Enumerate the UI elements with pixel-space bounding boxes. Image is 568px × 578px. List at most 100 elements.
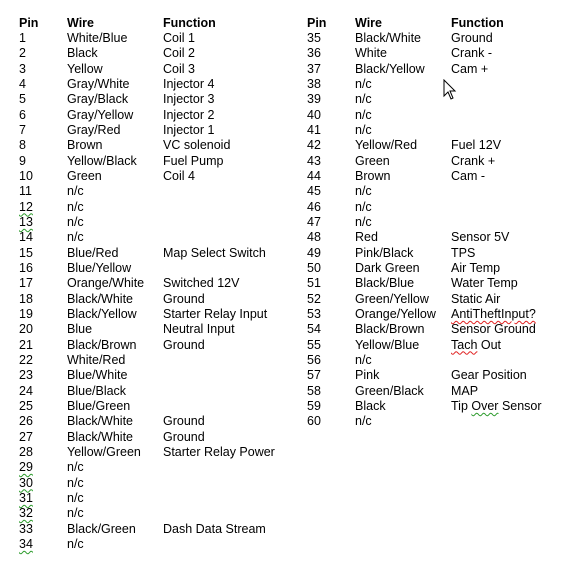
function-cell: Cam + (451, 61, 489, 76)
function-cell: AntiTheftInput? (451, 306, 536, 321)
function-cell: Injector 3 (163, 92, 215, 107)
pin-cell: 31 (19, 490, 33, 505)
wire-cell: Blue/Black (67, 383, 127, 398)
pin-cell: 15 (19, 245, 33, 260)
wire-cell: Orange/Yellow (355, 306, 436, 321)
pin-cell: 24 (19, 383, 33, 398)
wire-cell: Brown (355, 168, 391, 183)
function-cell: MAP (451, 383, 479, 398)
wire-cell: n/c (355, 214, 372, 229)
pin-cell: 26 (19, 414, 33, 429)
pin-cell: 8 (19, 138, 26, 153)
pin-cell: 7 (19, 122, 26, 137)
pin-cell: 39 (307, 92, 321, 107)
pin-cell: 38 (307, 76, 321, 91)
pin-cell: 49 (307, 245, 321, 260)
wire-cell: n/c (67, 460, 84, 475)
wire-cell: Orange/White (67, 276, 145, 291)
function-cell: Injector 1 (163, 122, 215, 137)
header-pin: Pin (307, 16, 327, 30)
pin-cell: 29 (19, 460, 33, 475)
wire-cell: n/c (67, 214, 84, 229)
function-cell: Injector 4 (163, 76, 215, 91)
pin-cell: 55 (307, 337, 321, 352)
pin-cell: 37 (307, 61, 321, 76)
wire-cell: Green (355, 153, 390, 168)
function-cell: Coil 2 (163, 46, 195, 61)
pin-cell: 44 (307, 168, 321, 183)
wire-cell: Brown (67, 138, 103, 153)
function-cell: Static Air (451, 291, 501, 306)
function-cell: Injector 2 (163, 107, 215, 122)
pin-cell: 11 (19, 184, 32, 199)
wire-cell: n/c (355, 352, 372, 367)
function-cell: Ground (163, 291, 205, 306)
pin-cell: 23 (19, 368, 33, 383)
pin-cell: 54 (307, 322, 321, 337)
wire-cell: White/Blue (67, 31, 128, 45)
pin-cell: 56 (307, 352, 321, 367)
function-cell: Map Select Switch (163, 245, 266, 260)
pin-cell: 16 (19, 260, 33, 275)
function-cell: Tip Over Sensor (451, 398, 542, 413)
pin-cell: 41 (307, 122, 321, 137)
wire-cell: n/c (355, 76, 372, 91)
pin-cell: 18 (19, 291, 33, 306)
wire-cell: Gray/White (67, 76, 130, 91)
function-cell: Sensor 5V (451, 230, 510, 245)
wire-cell: Black/White (355, 31, 421, 45)
pin-cell: 19 (19, 306, 33, 321)
pin-cell: 4 (19, 76, 26, 91)
wire-cell: Green (67, 168, 102, 183)
wire-cell: Yellow/Green (67, 444, 141, 459)
wire-cell: Yellow (67, 61, 103, 76)
function-cell: TPS (451, 245, 476, 260)
wire-cell: Gray/Yellow (67, 107, 134, 122)
function-cell: Fuel 12V (451, 138, 502, 153)
pin-cell: 48 (307, 230, 321, 245)
wire-cell: n/c (355, 184, 372, 199)
pin-cell: 46 (307, 199, 321, 214)
wire-cell: Black/White (67, 429, 133, 444)
function-cell: Coil 3 (163, 61, 195, 76)
pin-cell: 51 (307, 276, 321, 291)
header-function: Function (451, 16, 504, 30)
wire-cell: Red (355, 230, 378, 245)
pin-cell: 58 (307, 383, 321, 398)
pin-cell: 2 (19, 46, 26, 61)
pin-cell: 60 (307, 414, 321, 429)
wire-cell: Black (67, 46, 98, 61)
wire-cell: n/c (67, 475, 84, 490)
wire-cell: n/c (355, 107, 372, 122)
pin-cell: 13 (19, 214, 33, 229)
wire-cell: White (355, 46, 387, 61)
function-cell: Cam - (451, 168, 486, 183)
function-cell: VC solenoid (163, 138, 231, 153)
function-cell: Switched 12V (163, 276, 240, 291)
wire-cell: Green/Yellow (355, 291, 429, 306)
wire-cell: Black (355, 398, 386, 413)
pin-cell: 22 (19, 352, 33, 367)
function-cell: Ground (163, 429, 205, 444)
wire-cell: n/c (67, 490, 84, 505)
wire-cell: Blue/Red (67, 245, 119, 260)
function-cell: Water Temp (451, 276, 518, 291)
function-cell: Air Temp (451, 260, 501, 275)
wire-cell: Black/White (67, 291, 133, 306)
pin-cell: 59 (307, 398, 321, 413)
pin-cell: 12 (19, 199, 33, 214)
pin-cell: 53 (307, 306, 321, 321)
wire-cell: Black/Blue (355, 276, 415, 291)
wire-cell: Yellow/Red (355, 138, 418, 153)
pin-cell: 40 (307, 107, 321, 122)
pin-cell: 42 (307, 138, 321, 153)
wire-cell: Blue/White (67, 368, 128, 383)
header-pin: Pin (19, 16, 39, 30)
pin-cell: 21 (19, 337, 33, 352)
wire-cell: Black/Brown (355, 322, 425, 337)
pin-cell: 1 (19, 31, 26, 45)
wire-cell: Gray/Black (67, 92, 129, 107)
pin-cell: 14 (19, 230, 33, 245)
wire-cell: n/c (67, 506, 84, 521)
wire-cell: Black/Yellow (355, 61, 425, 76)
